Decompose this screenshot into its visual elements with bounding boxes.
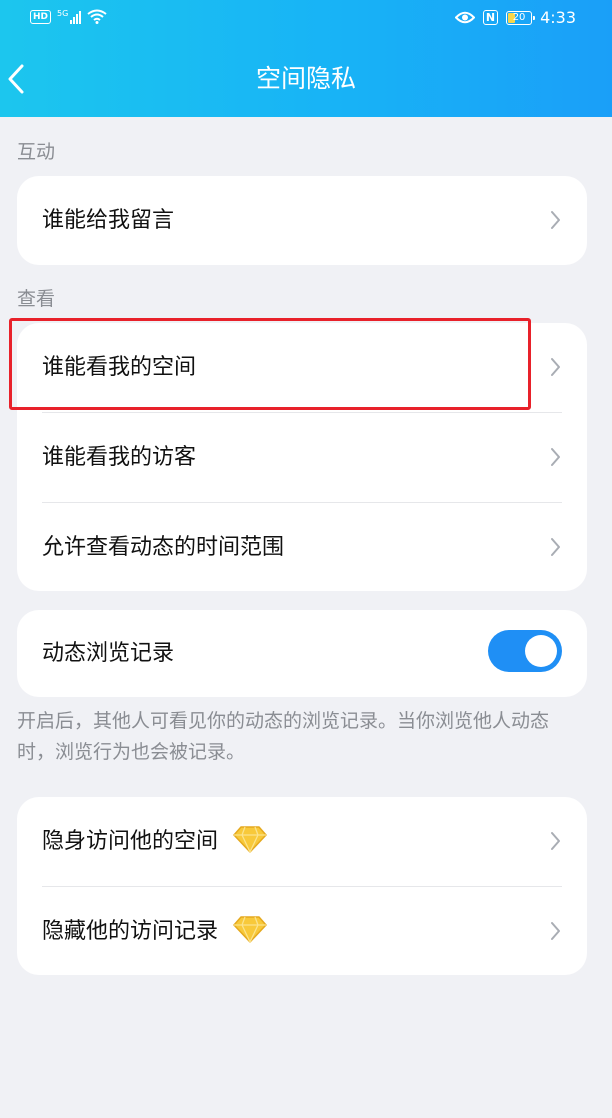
row-who-can-message[interactable]: 谁能给我留言 — [17, 176, 587, 265]
chevron-right-icon — [551, 922, 560, 940]
section-label-view: 查看 — [17, 288, 56, 310]
browse-record-toggle[interactable] — [488, 630, 562, 672]
page-title: 空间隐私 — [255, 64, 356, 93]
battery-percent: 20 — [512, 11, 526, 23]
annotation-highlight-box — [9, 318, 531, 410]
status-right: N 20 4:33 — [454, 8, 576, 27]
row-who-can-view-visitors[interactable]: 谁能看我的访客 — [17, 413, 587, 502]
status-left: HD 5G — [30, 9, 107, 24]
row-hide-visit-record[interactable]: 隐藏他的访问记录 — [17, 887, 587, 976]
row-label: 隐藏他的访问记录 — [42, 919, 219, 944]
row-label: 隐身访问他的空间 — [42, 829, 219, 854]
diamond-icon — [233, 826, 267, 853]
vip-card: 隐身访问他的空间 隐藏他的访问记录 — [17, 797, 587, 975]
row-feed-time-range[interactable]: 允许查看动态的时间范围 — [17, 503, 587, 592]
row-label: 动态浏览记录 — [42, 641, 175, 666]
row-label: 谁能看我的访客 — [42, 445, 197, 470]
wifi-icon — [87, 9, 107, 24]
browse-record-description: 开启后，其他人可看见你的动态的浏览记录。当你浏览他人动态时，浏览行为也会被记录。 — [17, 710, 550, 763]
chevron-right-icon — [551, 358, 560, 376]
section-label-interaction: 互动 — [17, 141, 56, 163]
row-label-wrap: 隐身访问他的空间 — [42, 797, 267, 886]
chevron-right-icon — [551, 538, 560, 556]
battery-icon: 20 — [506, 10, 536, 25]
row-label: 允许查看动态的时间范围 — [42, 535, 285, 560]
row-label-wrap: 隐藏他的访问记录 — [42, 887, 267, 976]
network-type: 5G — [57, 8, 69, 18]
row-invisible-visit[interactable]: 隐身访问他的空间 — [17, 797, 587, 886]
signal-icon: 5G — [57, 8, 82, 24]
nfc-icon: N — [482, 10, 499, 25]
chevron-right-icon — [551, 211, 560, 229]
browse-record-card: 动态浏览记录 — [17, 610, 587, 697]
diamond-icon — [233, 916, 267, 943]
status-bar: HD 5G N 20 4:33 — [0, 0, 612, 38]
interaction-card: 谁能给我留言 — [17, 176, 587, 265]
eye-icon — [454, 11, 475, 24]
chevron-right-icon — [551, 832, 560, 850]
toggle-knob — [525, 635, 557, 667]
row-label: 谁能给我留言 — [42, 208, 175, 233]
row-browse-record: 动态浏览记录 — [17, 610, 587, 697]
hd-icon: HD — [30, 9, 52, 24]
header-bar: HD 5G N 20 4:33 空间隐私 — [0, 0, 612, 117]
chevron-right-icon — [551, 448, 560, 466]
status-time: 4:33 — [540, 8, 576, 27]
